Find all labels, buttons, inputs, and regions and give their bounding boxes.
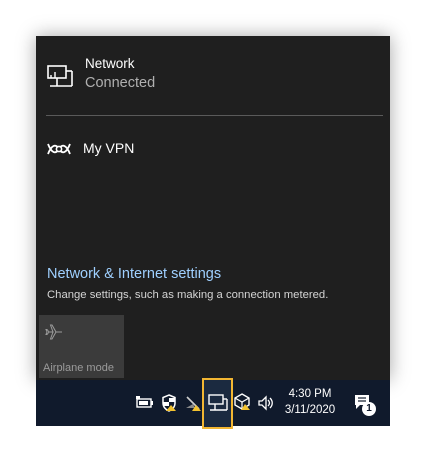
slash-icon[interactable] (184, 394, 202, 412)
airplane-mode-button[interactable]: Airplane mode (39, 315, 124, 378)
network-connection-item[interactable]: Network Connected (36, 50, 390, 110)
cube-icon[interactable] (234, 393, 250, 411)
battery-icon[interactable] (136, 396, 154, 410)
network-status: Connected (85, 75, 156, 91)
action-center-button[interactable]: 1 (353, 393, 377, 417)
notification-count-badge: 1 (362, 402, 376, 416)
vpn-name: My VPN (83, 140, 135, 156)
network-internet-settings-link[interactable]: Network & Internet settings (47, 266, 221, 282)
airplane-icon (45, 323, 63, 341)
screenshot-frame: Network Connected My VPN Network & Inter… (0, 0, 429, 463)
airplane-mode-label: Airplane mode (43, 362, 114, 374)
volume-icon[interactable] (257, 394, 275, 412)
shield-icon[interactable] (161, 394, 177, 412)
network-name: Network (85, 56, 135, 71)
taskbar: 4:30 PM 3/11/2020 1 (36, 378, 390, 429)
network-flyout: Network Connected My VPN Network & Inter… (36, 36, 390, 380)
wired-network-icon (46, 64, 74, 90)
taskbar-clock[interactable]: 4:30 PM 3/11/2020 (282, 386, 338, 418)
settings-description: Change settings, such as making a connec… (47, 289, 329, 301)
divider (46, 115, 383, 116)
network-icon[interactable] (207, 394, 229, 412)
vpn-icon (46, 138, 72, 160)
clock-time: 4:30 PM (288, 388, 332, 400)
clock-date: 3/11/2020 (284, 404, 336, 416)
vpn-connection-item[interactable]: My VPN (36, 132, 390, 168)
